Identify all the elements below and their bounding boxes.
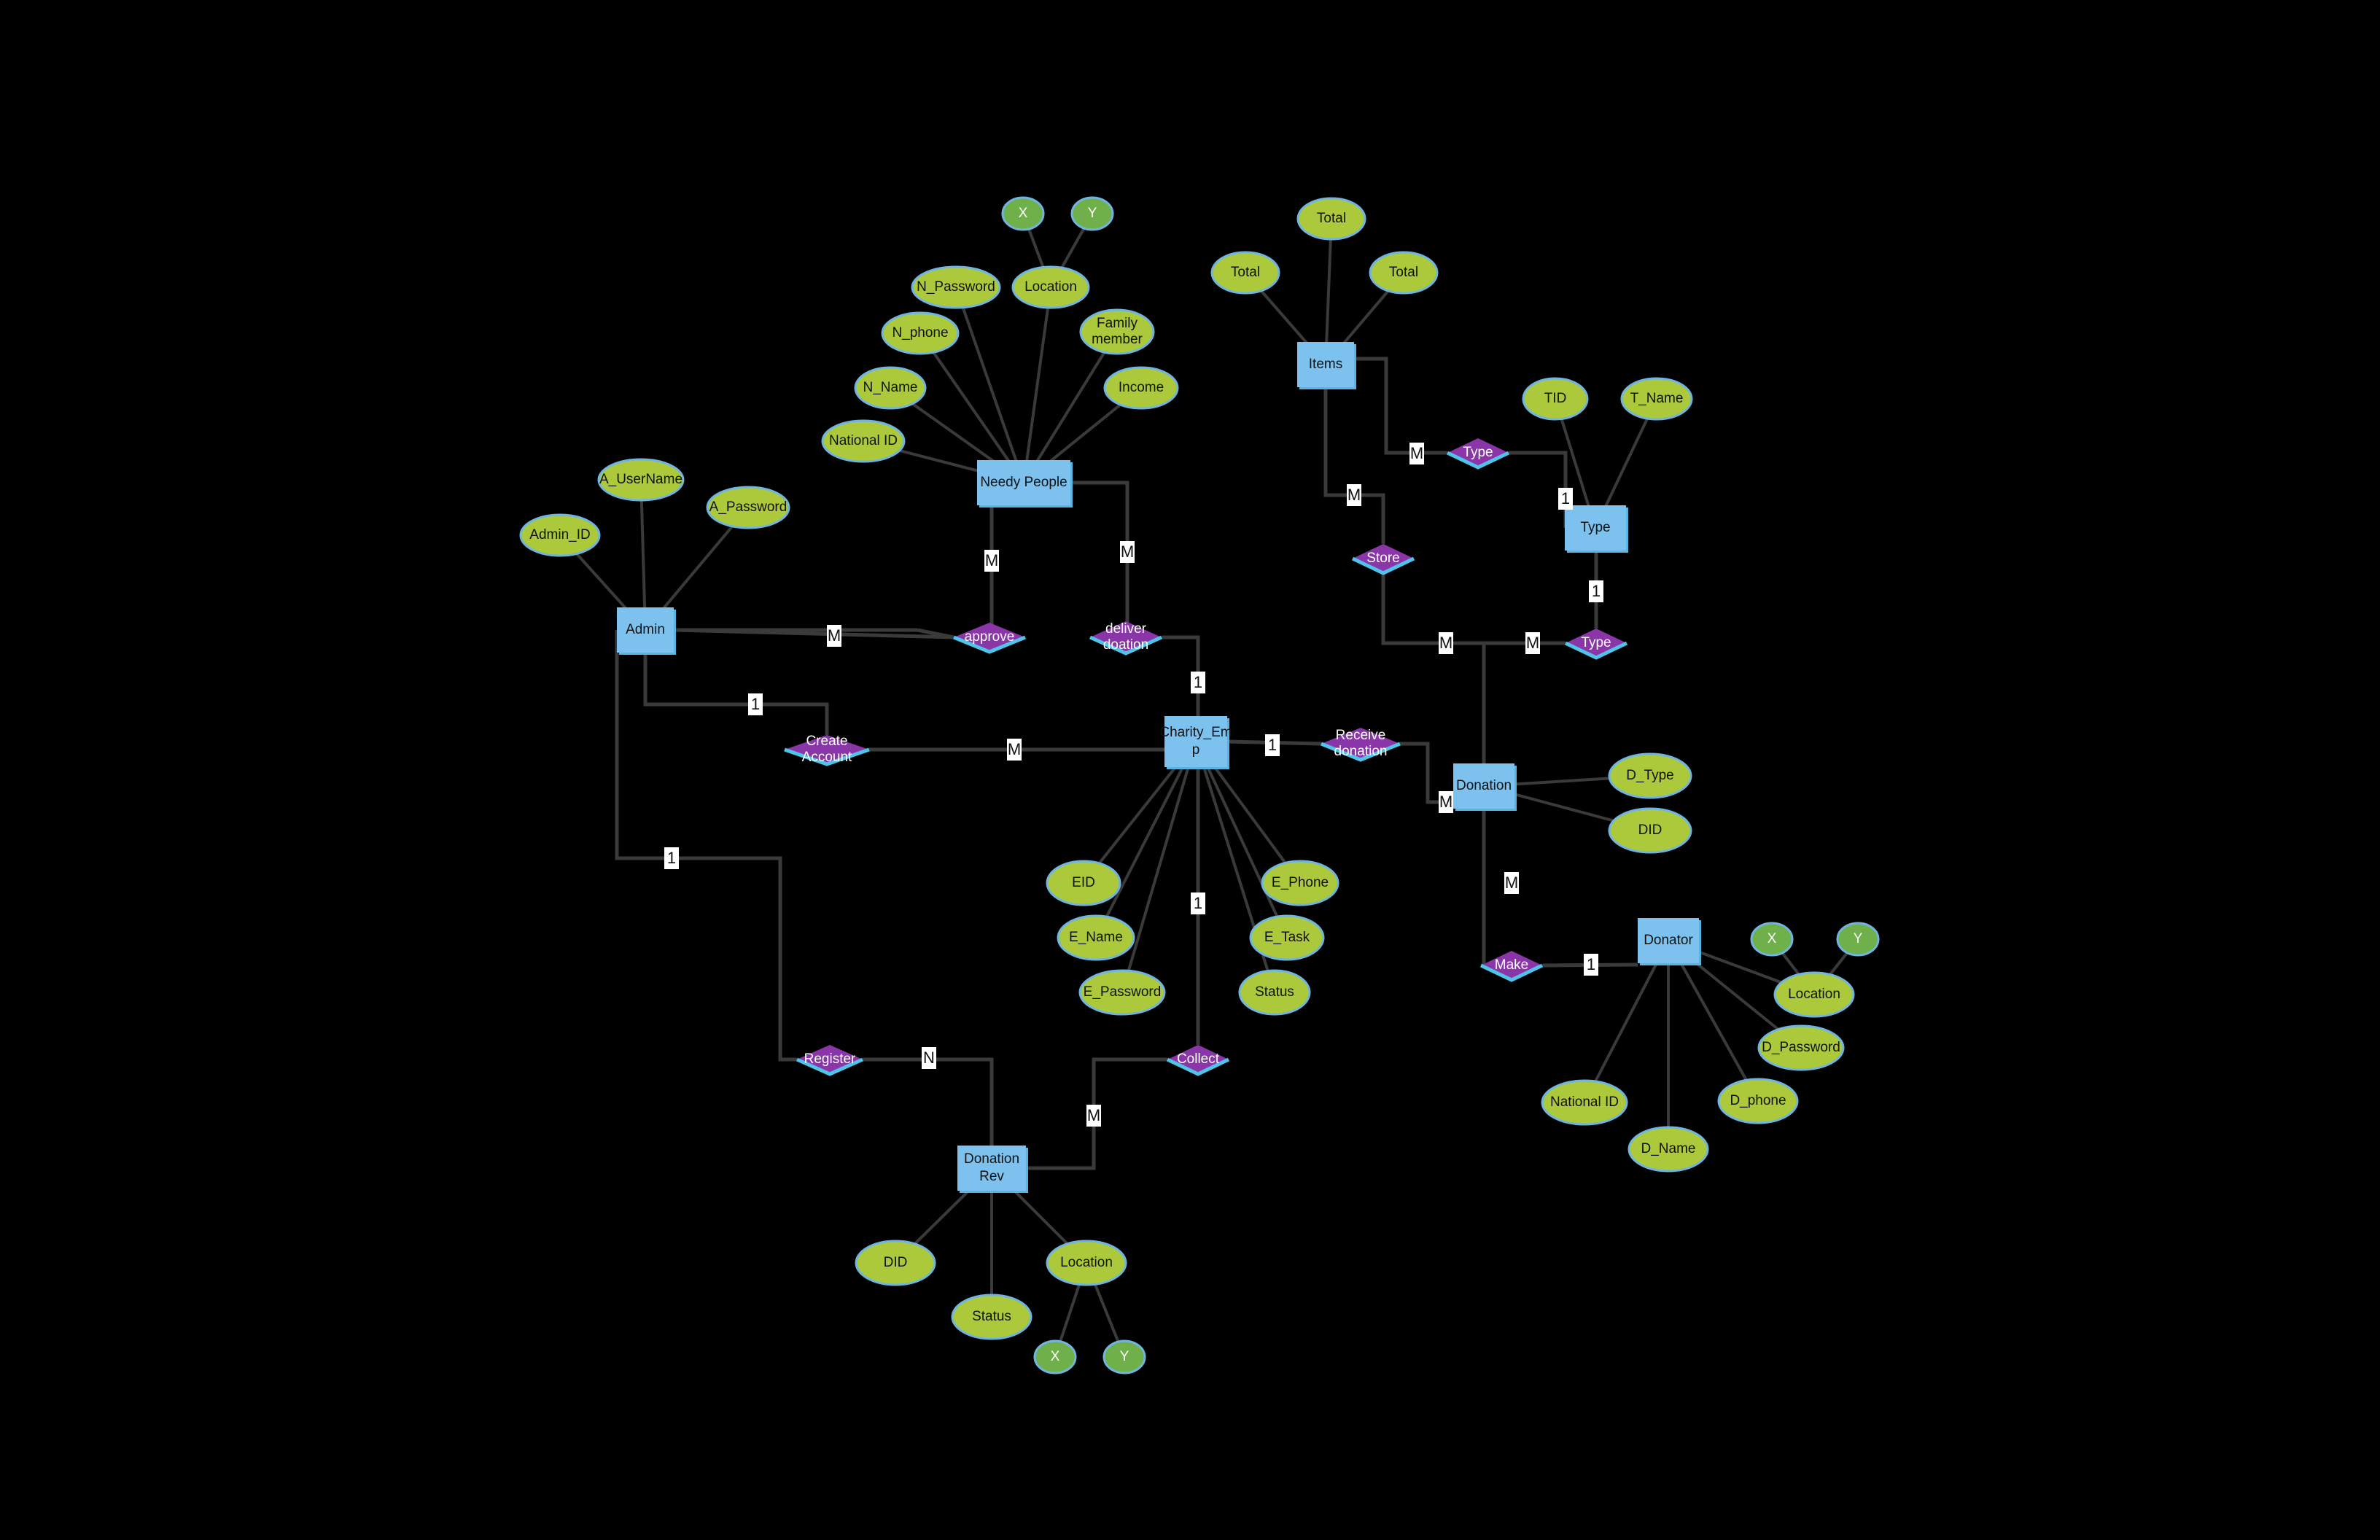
relationship-label: Collect [1177, 1051, 1220, 1067]
cardinality-card-needy-approve: M [985, 551, 998, 569]
attribute-label: N_Password [917, 279, 995, 295]
edge-line [1194, 741, 1288, 938]
relationship-label: Register [804, 1051, 856, 1067]
edge-path [863, 1057, 994, 1146]
er-diagram-canvas: Type Store Type approve deliver doation Create… [0, 0, 2380, 1540]
cardinality-card-store-donation: M [1439, 634, 1452, 652]
relationship-label: approve [965, 629, 1015, 645]
relationship-label: doation [1103, 637, 1148, 653]
edge-path [643, 653, 829, 735]
relationship-label: Store [1366, 551, 1399, 566]
cardinality-card-typerel-typeent: 1 [1561, 489, 1570, 508]
entity-label: Type [1580, 520, 1610, 535]
cardinality-card-donation-typerel: M [1526, 634, 1539, 652]
attribute-label: National ID [1550, 1094, 1619, 1110]
attribute-label: Admin_ID [529, 527, 590, 542]
attribute-label: X [1051, 1349, 1060, 1364]
cardinality-card-donation-make: M [1505, 874, 1518, 892]
cardinality-card-deliver-emp: 1 [1194, 673, 1202, 691]
attribute-label: T_Name [1630, 391, 1684, 406]
attribute-label: Y [1120, 1349, 1129, 1364]
entity-label: Needy People [980, 475, 1067, 490]
attribute-label: A_UserName [599, 472, 682, 487]
attribute-label: E_Password [1084, 984, 1162, 1000]
attribute-label: A_Password [709, 499, 788, 515]
cardinality-card-items-store: M [1348, 486, 1361, 504]
er-diagram-svg: Type Store Type approve deliverdoation Create… [519, 196, 1880, 1374]
attribute-label: DID [884, 1255, 908, 1270]
attribute-label: Total [1317, 211, 1346, 226]
attribute-label: EID [1072, 875, 1095, 890]
attribute-label: Family [1097, 316, 1138, 331]
edge-path [1509, 451, 1568, 530]
attribute-label: Status [1255, 984, 1294, 1000]
entity-label: Items [1309, 357, 1342, 372]
edge-line [1022, 287, 1052, 483]
edge-path [1381, 573, 1484, 645]
cardinality-card-createaccount-emp: M [1008, 740, 1021, 758]
edge-path [1481, 809, 1486, 968]
cardinality-card-emp-collect: 1 [1194, 894, 1202, 912]
edge-path [1354, 357, 1447, 455]
attribute-label: DID [1638, 822, 1662, 838]
relationship-label: Receive [1336, 728, 1386, 743]
attribute-label: Income [1119, 380, 1164, 395]
entity-label: Charity_Em [1159, 725, 1232, 740]
attribute-label: member [1092, 332, 1143, 347]
entity-label: p [1192, 742, 1200, 758]
cardinality-card-register-rev: N [923, 1049, 935, 1067]
attribute-label: Y [1088, 206, 1097, 221]
edge-line [1022, 330, 1119, 484]
attribute-label: Location [1024, 279, 1077, 295]
attribute-label: D_Type [1626, 768, 1673, 783]
cardinality-card-make-donator: 1 [1587, 955, 1595, 973]
attribute-label: Location [1788, 987, 1840, 1002]
cardinality-card-emp-receive: 1 [1268, 736, 1277, 754]
entity-label: Donator [1644, 933, 1693, 948]
attribute-label: Location [1060, 1255, 1113, 1270]
attribute-label: D_Name [1641, 1141, 1696, 1156]
entity-label: Donation [964, 1151, 1019, 1167]
attribute-label: E_Phone [1272, 875, 1329, 890]
attribute-label: X [1019, 206, 1028, 221]
relationship-label: donation [1334, 744, 1388, 759]
edge-path [1070, 481, 1129, 637]
cardinality-card-receive-donation: M [1439, 793, 1452, 811]
attribute-label: E_Task [1264, 930, 1310, 945]
attribute-label: E_Name [1069, 930, 1123, 945]
attribute-label: X [1768, 931, 1777, 946]
edge-line [954, 287, 1025, 483]
cardinality-card-items-type: M [1410, 444, 1423, 462]
edge-path [1323, 387, 1385, 544]
attribute-label: N_Name [863, 380, 918, 395]
cardinality-card-admin-createaccount: 1 [751, 695, 760, 713]
relationship-label: Type [1463, 445, 1493, 460]
attribute-label: D_Password [1762, 1040, 1840, 1055]
cardinality-card-admin-register: 1 [667, 849, 676, 867]
attribute-label: D_phone [1730, 1093, 1786, 1108]
attribute-label: TID [1544, 391, 1567, 406]
cardinality-card-needy-deliver: M [1121, 542, 1134, 561]
attribute-label: Total [1389, 265, 1418, 280]
relationship-label: Type [1581, 635, 1611, 650]
relationship-label: Create [806, 734, 847, 749]
cardinality-card-typeent-typerel: 1 [1592, 582, 1601, 600]
attribute-label: Y [1854, 931, 1863, 946]
entity-label: Donation [1456, 778, 1512, 793]
entity-charity_emp[interactable] [1164, 716, 1227, 767]
attribute-label: N_phone [892, 325, 948, 341]
relationship-label: deliver [1105, 621, 1147, 637]
entity-label: Admin [626, 622, 665, 637]
cardinality-card-collect-rev: M [1087, 1106, 1100, 1124]
attribute-label: National ID [829, 433, 898, 448]
attribute-label: Total [1231, 265, 1260, 280]
entity-label: Rev [979, 1169, 1004, 1184]
relationship-label: Make [1495, 957, 1528, 973]
attribute-label: Status [972, 1309, 1011, 1324]
relationship-label: Account [802, 750, 852, 765]
cardinality-card-admin-approve: M [828, 626, 841, 645]
